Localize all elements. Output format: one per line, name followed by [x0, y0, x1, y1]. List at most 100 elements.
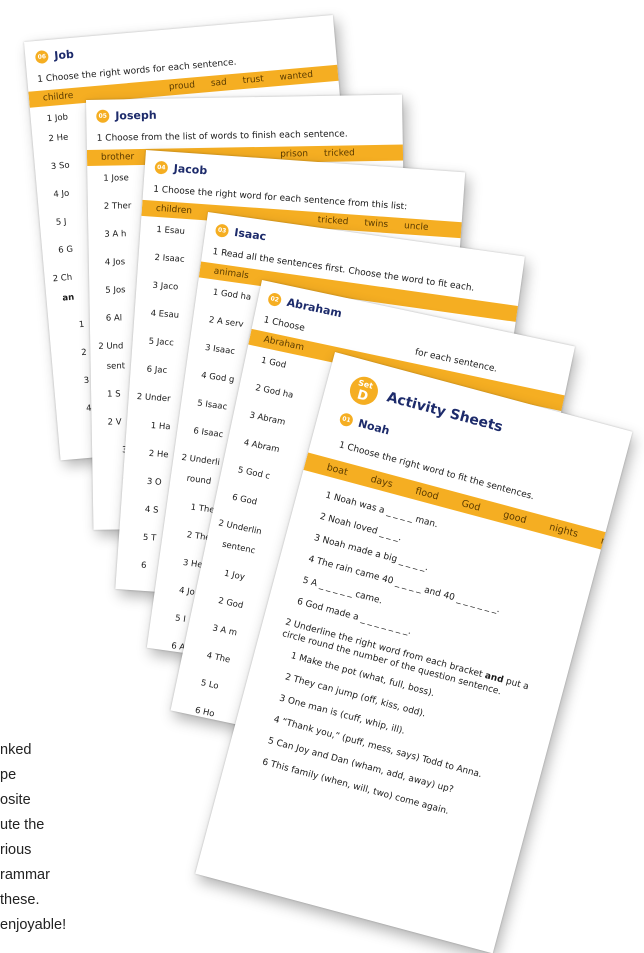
caption-line: enjoyable! — [0, 917, 67, 933]
word-bank-item: wanted — [279, 69, 314, 83]
sheet-number-badge: 03 — [214, 223, 230, 238]
sentence: 5 J — [55, 217, 67, 228]
sentence: 3 Isaac — [204, 342, 236, 358]
word-bank-item: days — [369, 473, 394, 490]
word-bank-item: children — [155, 203, 193, 217]
sentence: 1 Jose — [103, 173, 129, 184]
sentence: 3 A m — [211, 623, 238, 639]
sentence: 5 Jacc — [148, 336, 175, 349]
sentence: 6 Al — [105, 313, 123, 324]
sheet-heading: Isaac — [233, 225, 268, 244]
sentence: 6 Jac — [146, 364, 168, 377]
caption-line: rious — [0, 842, 32, 858]
word-bank-item: boat — [325, 461, 350, 478]
sentence: 6 God — [231, 492, 258, 508]
sheet-heading: Abraham — [285, 295, 344, 321]
sentence: 5 Lo — [199, 678, 220, 692]
caption-line: osite — [0, 792, 31, 808]
word-bank-item: Abraham — [262, 334, 305, 354]
instruction: 1 Choose from the list of words to finis… — [96, 129, 348, 144]
sentence: 2 He — [48, 132, 69, 145]
sentence: 6 G — [57, 244, 74, 256]
caption-line: rammar — [0, 867, 50, 883]
sentence: 4 Abram — [242, 437, 281, 456]
word-bank-item: flood — [414, 485, 440, 503]
word-bank-item: tricked — [323, 148, 355, 159]
word-bank-item: childre — [42, 90, 74, 104]
sentence: 2 — [80, 347, 88, 359]
sheet-title: 04 Jacob — [154, 160, 208, 178]
sentence: 4 Esau — [150, 308, 180, 321]
sentence: 6 Isaac — [192, 426, 224, 441]
word-bank-item: brother — [100, 152, 135, 163]
word-bank-item: nights — [548, 521, 580, 540]
sentence: sentenc — [221, 539, 257, 557]
sheet-heading: Jacob — [173, 161, 208, 178]
sentence: 1 — [78, 319, 85, 331]
sheet-heading: Job — [53, 47, 75, 63]
sentence: 6 Ho — [193, 705, 216, 720]
sentence-list: 1 Noah was a _ _ _ _ man. 2 Noah loved _… — [250, 491, 572, 843]
sentence: 3 O — [146, 476, 162, 488]
sentence: 1 Esau — [156, 224, 186, 237]
sentence: 2 A serv — [208, 315, 245, 330]
word-bank-item: prison — [280, 149, 309, 160]
word-bank-item: animals — [213, 266, 250, 282]
instruction-start: 1 Choose — [262, 315, 306, 334]
sentence: 2 Isaac — [154, 252, 185, 265]
word-bank-item: tricked — [317, 215, 349, 228]
set-badge: Set D — [346, 373, 382, 408]
activity-sheets-title: Activity Sheets — [385, 389, 505, 436]
sheet-heading: Noah — [356, 416, 392, 438]
sheet-number-badge: 02 — [266, 291, 283, 308]
sentence: 2 Ch — [52, 272, 73, 285]
caption-line: pe — [0, 767, 17, 783]
word-bank-item: God — [460, 497, 482, 514]
cropped-caption: nked pe osite ute the rious rammar these… — [0, 738, 66, 938]
sentence: 2 Und — [98, 341, 124, 352]
word-bank-item: twins — [364, 218, 389, 231]
sentence: 4 S — [144, 504, 159, 516]
set-badge-letter: D — [355, 386, 370, 405]
sentence: 5 Jos — [105, 285, 126, 296]
sheet-title: 03 Isaac — [214, 223, 268, 244]
sentence: 2 God — [217, 596, 245, 612]
word-bank-item: rainbow — [599, 534, 633, 556]
caption-line: nked — [0, 742, 32, 758]
sentence: 2 Underlin — [217, 518, 263, 538]
sentence: 1 Joy — [223, 568, 246, 583]
sentence: an — [62, 292, 75, 304]
sentence: 3 A h — [104, 229, 127, 240]
word-bank-item: trust — [242, 74, 265, 87]
sentence: 4 Jos — [104, 257, 126, 268]
sheet-heading: Joseph — [115, 108, 157, 123]
sheet-title: 06 Job — [34, 47, 75, 65]
word-bank-item: sad — [210, 77, 228, 89]
sentence: 4 Jo — [53, 188, 70, 200]
sentence: 1 Job — [46, 112, 69, 125]
caption-line: these. — [0, 892, 40, 908]
sentence: 2 Under — [136, 391, 171, 405]
sentence: 2 He — [148, 448, 169, 461]
sentence: 3 Jaco — [152, 280, 179, 293]
caption-line: ute the — [0, 817, 45, 833]
sentence: 1 God ha — [212, 287, 252, 303]
sheet-number-badge: 06 — [34, 49, 49, 65]
sentence: 3 Abram — [248, 410, 287, 428]
sentence: 5 God c — [236, 465, 271, 482]
sentence: 4 God g — [200, 370, 235, 386]
sheet-title: 01 Noah — [338, 411, 392, 438]
sheet-title: 02 Abraham — [266, 291, 344, 321]
word-bank-item: good — [502, 508, 528, 526]
sentence: 1 Ha — [150, 421, 171, 433]
sentence: 5 Isaac — [196, 398, 228, 413]
sheet-number-badge: 05 — [96, 109, 110, 123]
sentence: 1 God — [260, 355, 288, 371]
word-bank-item: uncle — [403, 221, 429, 233]
word-bank-item: proud — [168, 80, 196, 93]
sheet-number-badge: 01 — [338, 411, 355, 428]
sentence: 4 The — [205, 650, 232, 666]
sentence: 2 God ha — [254, 383, 295, 401]
sentence: 3 So — [50, 160, 71, 173]
sentence: 2 Ther — [103, 201, 132, 212]
